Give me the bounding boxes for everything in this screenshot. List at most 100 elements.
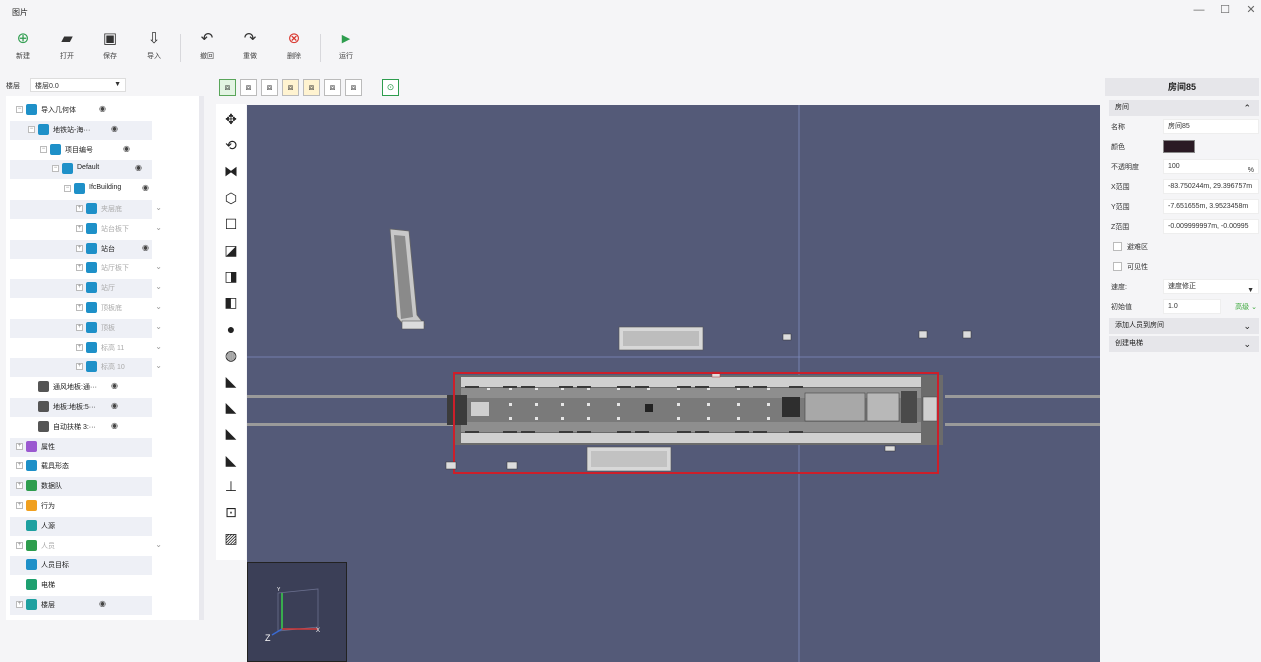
opacity-field[interactable]: 100 % <box>1163 159 1259 174</box>
maximize-button[interactable]: ☐ <box>1216 3 1234 17</box>
tree-node[interactable]: + 行为 <box>10 497 152 516</box>
mirror-tool-button[interactable]: ⧓ <box>222 162 240 180</box>
view-right-button[interactable]: ⧈ <box>345 79 362 96</box>
chevron-down-icon[interactable]: ⌄ <box>155 361 162 370</box>
hatch-tool-button[interactable]: ▨ <box>222 529 240 547</box>
eye-icon[interactable]: ◉ <box>142 243 149 252</box>
target-tool-button[interactable]: ⊥ <box>222 477 240 495</box>
chevron-down-icon[interactable]: ⌄ <box>155 302 162 311</box>
tree-node[interactable]: − 导入几何体 ◉ <box>10 101 152 120</box>
minimize-button[interactable]: — <box>1190 3 1208 17</box>
eye-icon[interactable]: ◉ <box>123 144 130 153</box>
tree-node[interactable]: − 项目编号 ◉ <box>10 141 152 160</box>
tree-node[interactable]: − IfcBuilding ◉ <box>10 180 152 199</box>
chevron-down-icon[interactable]: ⌄ <box>155 342 162 351</box>
ramp-2-tool-button[interactable]: ◣ <box>222 451 240 469</box>
chevron-down-icon[interactable]: ⌄ <box>155 262 162 271</box>
redo-button[interactable]: ↷ 重做 <box>233 30 267 64</box>
z-range-field[interactable]: -0.009999997m, -0.00995 <box>1163 219 1259 234</box>
expand-icon[interactable]: + <box>76 363 83 371</box>
polygon-tool-button[interactable]: ⬡ <box>222 189 240 207</box>
initial-value-field[interactable]: 1.0 <box>1163 299 1221 314</box>
slab-tool-button[interactable]: ◪ <box>222 241 240 259</box>
expand-icon[interactable]: + <box>76 304 83 311</box>
stairs-1-tool-button[interactable]: ◣ <box>222 372 240 390</box>
collapse-icon[interactable]: − <box>28 125 35 133</box>
create-elevator-section-header[interactable]: 创建电梯 ⌄ <box>1109 336 1259 352</box>
rectangle-tool-button[interactable]: ☐ <box>222 215 240 233</box>
room-section-header[interactable]: 房间 ⌃ <box>1109 100 1259 116</box>
expand-icon[interactable]: + <box>76 224 83 232</box>
tree-node[interactable]: + 属性 <box>10 437 152 457</box>
eye-icon[interactable]: ◉ <box>111 421 118 430</box>
tree-node[interactable]: 电梯 <box>10 576 152 595</box>
view-top-button[interactable]: ⧈ <box>282 79 299 96</box>
eye-icon[interactable]: ◉ <box>142 183 149 192</box>
add-people-section-header[interactable]: 添加人员到房间 ⌄ <box>1109 318 1259 334</box>
advanced-toggle[interactable]: 高级 ⌄ <box>1235 302 1257 312</box>
tree-node[interactable]: + 载具形态 <box>10 457 152 476</box>
view-bottom-button[interactable]: ⧈ <box>303 79 320 96</box>
collapse-icon[interactable]: − <box>64 185 71 193</box>
view-back-button[interactable]: ⧈ <box>261 79 278 96</box>
tree-node[interactable]: − Default ◉ <box>10 160 152 180</box>
expand-icon[interactable]: + <box>16 541 23 549</box>
tree-node[interactable]: + 站厅板下 ⌄ <box>10 259 162 278</box>
collapse-icon[interactable]: − <box>52 165 59 173</box>
collapse-icon[interactable]: − <box>16 106 23 113</box>
color-swatch[interactable] <box>1163 140 1195 153</box>
undo-button[interactable]: ↶ 撤回 <box>190 30 224 64</box>
tree-scrollbar[interactable] <box>199 96 204 620</box>
eye-icon[interactable]: ◉ <box>111 124 118 133</box>
expand-icon[interactable]: + <box>76 343 83 351</box>
tree-node[interactable]: 自动扶梯 3:··· ◉ <box>10 418 152 437</box>
ramp-1-tool-button[interactable]: ◣ <box>222 424 240 442</box>
y-range-field[interactable]: -7.651655m, 3.9523458m <box>1163 199 1259 214</box>
rotate-tool-button[interactable]: ⟲ <box>222 136 240 154</box>
chevron-down-icon[interactable]: ⌄ <box>155 322 162 331</box>
stairs-2-tool-button[interactable]: ◣ <box>222 398 240 416</box>
expand-icon[interactable]: + <box>16 502 23 509</box>
move-tool-button[interactable]: ✥ <box>222 110 240 128</box>
expand-icon[interactable]: + <box>76 244 83 252</box>
run-button[interactable]: ▶ 运行 <box>329 30 363 64</box>
wall-tool-button[interactable]: ◨ <box>222 267 240 285</box>
tree-node[interactable]: + 数据队 <box>10 477 152 497</box>
tree-node[interactable]: + 顶板 ⌄ <box>10 318 162 338</box>
tree-node[interactable]: 地板:地板:5··· ◉ <box>10 398 152 417</box>
expand-icon[interactable]: + <box>76 264 83 272</box>
chevron-down-icon[interactable]: ⌄ <box>155 203 162 212</box>
tree-node[interactable]: + 站台 ◉ <box>10 239 152 259</box>
view-left-button[interactable]: ⧈ <box>324 79 341 96</box>
tree-node[interactable]: 人源 <box>10 516 152 536</box>
close-button[interactable]: ✕ <box>1242 3 1260 17</box>
chevron-down-icon[interactable]: ⌄ <box>155 282 162 291</box>
eye-icon[interactable]: ◉ <box>135 163 142 172</box>
expand-icon[interactable]: + <box>16 601 23 608</box>
expand-icon[interactable]: + <box>16 482 23 490</box>
tree-node[interactable]: + 楼层 ◉ <box>10 596 152 615</box>
eye-icon[interactable]: ◉ <box>99 599 106 608</box>
chevron-down-icon[interactable]: ⌄ <box>155 540 162 549</box>
chevron-down-icon[interactable]: ⌄ <box>155 223 162 232</box>
expand-icon[interactable]: + <box>16 442 23 450</box>
expand-icon[interactable]: + <box>16 462 23 470</box>
delete-button[interactable]: ⊗ 删除 <box>277 30 311 64</box>
tree-node[interactable]: + 人员 ⌄ <box>10 537 162 556</box>
eye-icon[interactable]: ◉ <box>99 104 106 113</box>
expand-icon[interactable]: + <box>76 284 83 292</box>
tree-node[interactable]: + 标高 11 ⌄ <box>10 339 162 358</box>
tree-node[interactable]: 通风地板:通··· ◉ <box>10 378 152 397</box>
save-button[interactable]: ▣ 保存 <box>93 30 127 64</box>
people-source-tool-button[interactable]: ⊡ <box>222 503 240 521</box>
x-range-field[interactable]: -83.750244m, 29.396757m <box>1163 179 1259 194</box>
tree-node[interactable]: + 标高 10 ⌄ <box>10 358 162 378</box>
tree-node[interactable]: + 站厅 ⌄ <box>10 279 162 299</box>
eye-icon[interactable]: ◉ <box>111 381 118 390</box>
viewport-canvas[interactable] <box>247 105 1100 662</box>
name-field[interactable]: 房间85 <box>1163 119 1259 134</box>
person-tool-button[interactable]: ● <box>222 320 240 338</box>
tree-node[interactable]: + 夹层底 ⌄ <box>10 200 162 219</box>
collapse-icon[interactable]: − <box>40 145 47 153</box>
visibility-checkbox[interactable] <box>1113 262 1122 271</box>
